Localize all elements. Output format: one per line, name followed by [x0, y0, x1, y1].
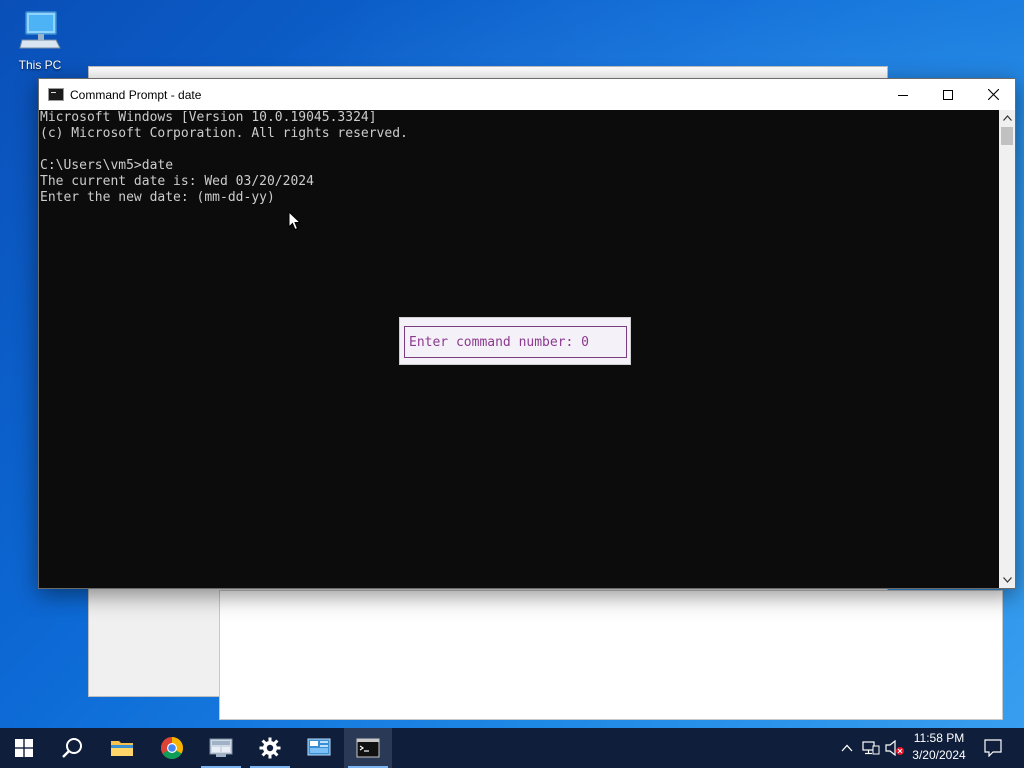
window-titlebar[interactable]: Command Prompt - date: [39, 79, 1015, 110]
command-number-popup: Enter command number: 0: [399, 317, 631, 365]
windows-logo-icon: [15, 739, 33, 757]
console-line: Microsoft Windows [Version 10.0.19045.33…: [40, 110, 377, 125]
taskbar: 11:58 PM 3/20/2024: [0, 728, 1024, 768]
action-center-button[interactable]: [978, 728, 1008, 768]
minimize-button[interactable]: [880, 79, 926, 110]
network-icon: [862, 741, 880, 755]
console-line: (c) Microsoft Corporation. All rights re…: [40, 126, 408, 141]
desktop-icon-label: This PC: [18, 58, 62, 72]
computer-icon: [18, 10, 62, 50]
chevron-up-icon: [841, 744, 853, 752]
background-window-content[interactable]: [219, 590, 1003, 720]
taskbar-clock[interactable]: 11:58 PM 3/20/2024: [906, 730, 972, 766]
vertical-scrollbar[interactable]: [999, 110, 1015, 588]
close-button[interactable]: [970, 79, 1016, 110]
chevron-down-icon: [1002, 577, 1012, 583]
network-window-icon: [209, 738, 233, 757]
cmd-icon: [48, 88, 64, 101]
command-number-field[interactable]: Enter command number: 0: [404, 326, 627, 358]
chrome-button[interactable]: [148, 728, 196, 768]
cmd-icon: [356, 738, 380, 758]
settings-button[interactable]: [246, 728, 294, 768]
clock-date: 3/20/2024: [912, 748, 966, 762]
console-line: C:\Users\vm5>date: [40, 158, 174, 173]
console-line: Enter the new date: (mm-dd-yy): [40, 190, 275, 205]
chrome-icon: [161, 737, 183, 759]
folder-icon: [111, 741, 133, 756]
scroll-up-button[interactable]: [999, 110, 1015, 126]
scroll-down-button[interactable]: [999, 572, 1015, 588]
show-hidden-icons-button[interactable]: [836, 728, 858, 768]
chevron-up-icon: [1002, 115, 1012, 121]
network-tray-button[interactable]: [860, 728, 882, 768]
mouse-cursor-icon: [288, 211, 302, 231]
file-explorer-button[interactable]: [98, 728, 146, 768]
clock-time: 11:58 PM: [913, 731, 965, 745]
window-title: Command Prompt - date: [70, 87, 202, 102]
scrollbar-thumb[interactable]: [1001, 127, 1013, 145]
minimize-icon: [898, 94, 908, 96]
maximize-icon: [943, 89, 953, 100]
network-app-button[interactable]: [197, 728, 245, 768]
notification-icon: [984, 739, 1002, 757]
search-button[interactable]: [48, 728, 96, 768]
close-icon: [987, 89, 999, 100]
volume-muted-icon: [885, 740, 904, 756]
search-icon: [62, 738, 82, 758]
maximize-button[interactable]: [925, 79, 971, 110]
control-panel-button[interactable]: [295, 728, 343, 768]
control-panel-icon: [307, 738, 331, 756]
start-button[interactable]: [0, 728, 48, 768]
command-prompt-taskbar-button[interactable]: [344, 728, 392, 768]
console-line: The current date is: Wed 03/20/2024: [40, 174, 314, 189]
volume-tray-button[interactable]: [884, 728, 906, 768]
desktop-icon-this-pc[interactable]: This PC: [12, 10, 68, 72]
gear-icon: [259, 737, 281, 759]
